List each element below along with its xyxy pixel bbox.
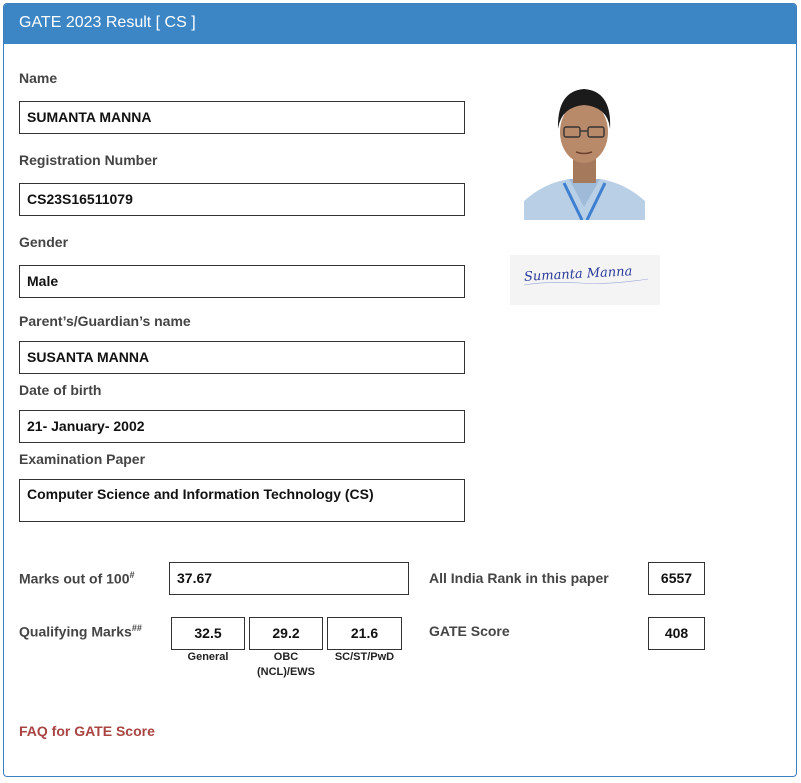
guardian-field: SUSANTA MANNA bbox=[19, 341, 465, 374]
faq-gate-score-link[interactable]: FAQ for GATE Score bbox=[19, 723, 155, 739]
gender-label: Gender bbox=[19, 234, 69, 250]
qualifying-footnote-mark: ## bbox=[131, 623, 142, 633]
qualifying-general-caption-text: General bbox=[187, 651, 229, 663]
panel-title: GATE 2023 Result [ CS ] bbox=[4, 4, 796, 44]
qualifying-label: Qualifying Marks## bbox=[19, 623, 142, 640]
candidate-photo bbox=[524, 79, 645, 220]
qualifying-obc-caption: OBC (NCL)/EWS bbox=[242, 650, 330, 680]
qualifying-obc-caption-line1: OBC bbox=[273, 651, 299, 663]
marks-label: Marks out of 100# bbox=[19, 570, 135, 587]
qualifying-obc-field: 29.2 bbox=[249, 617, 323, 650]
qualifying-obc-caption-line2: (NCL)/EWS bbox=[256, 666, 316, 678]
dob-label: Date of birth bbox=[19, 382, 102, 398]
gender-field: Male bbox=[19, 265, 465, 298]
result-panel: GATE 2023 Result [ CS ] Name SUMANTA MAN… bbox=[3, 3, 797, 777]
rank-field: 6557 bbox=[648, 562, 705, 595]
dob-field: 21- January- 2002 bbox=[19, 410, 465, 443]
marks-label-text: Marks out of 100 bbox=[19, 570, 130, 587]
qualifying-label-text: Qualifying Marks bbox=[19, 623, 132, 640]
qualifying-sc-caption-text: SC/ST/PwD bbox=[334, 651, 395, 663]
gate-score-field: 408 bbox=[648, 617, 705, 650]
qualifying-sc-field: 21.6 bbox=[327, 617, 402, 650]
registration-field: CS23S16511079 bbox=[19, 183, 465, 216]
exam-paper-field: Computer Science and Information Technol… bbox=[19, 479, 465, 522]
guardian-label: Parent’s/Guardian’s name bbox=[19, 313, 191, 329]
rank-label: All India Rank in this paper bbox=[429, 570, 609, 586]
candidate-signature: Sumanta Manna bbox=[510, 255, 660, 305]
qualifying-sc-caption: SC/ST/PwD bbox=[322, 650, 407, 665]
exam-paper-label: Examination Paper bbox=[19, 451, 146, 467]
registration-label: Registration Number bbox=[19, 152, 158, 168]
marks-footnote-mark: # bbox=[129, 570, 135, 580]
name-label: Name bbox=[19, 70, 58, 86]
name-field: SUMANTA MANNA bbox=[19, 101, 465, 134]
gate-score-label: GATE Score bbox=[429, 623, 510, 639]
qualifying-general-caption: General bbox=[171, 650, 245, 665]
marks-field: 37.67 bbox=[169, 562, 409, 595]
qualifying-general-field: 32.5 bbox=[171, 617, 245, 650]
